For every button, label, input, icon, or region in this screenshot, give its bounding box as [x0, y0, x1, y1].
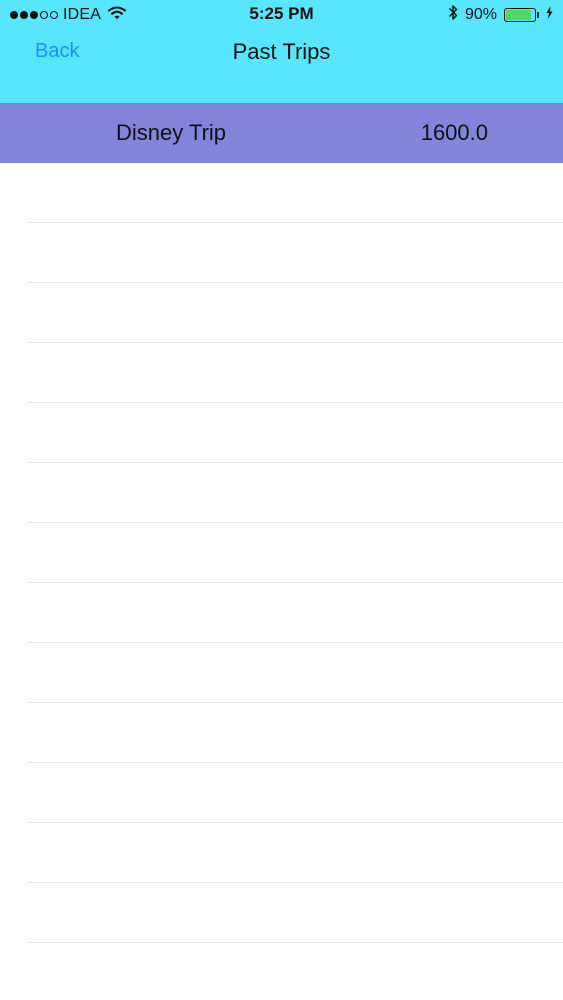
row-separator — [28, 462, 563, 463]
row-separator — [28, 882, 563, 883]
header-bar: IDEA 5:25 PM 90% Back Past Trips — [0, 0, 563, 103]
row-separator — [28, 282, 563, 283]
bluetooth-icon — [448, 4, 458, 26]
status-bar: IDEA 5:25 PM 90% — [0, 0, 563, 30]
row-separator — [28, 222, 563, 223]
row-separator — [28, 822, 563, 823]
battery-body — [504, 8, 536, 22]
battery-cap — [537, 12, 539, 18]
trip-name: Disney Trip — [116, 120, 227, 145]
row-separator — [28, 402, 563, 403]
row-separator — [28, 342, 563, 343]
trip-list[interactable]: Disney Trip 1600.0 — [0, 103, 563, 1000]
battery-fill — [506, 10, 532, 20]
row-separator — [28, 642, 563, 643]
page-title: Past Trips — [232, 39, 331, 64]
battery-icon — [504, 8, 539, 22]
row-separator — [28, 582, 563, 583]
row-separator — [28, 762, 563, 763]
row-separator — [28, 522, 563, 523]
row-separator — [28, 702, 563, 703]
battery-percent: 90% — [464, 6, 497, 23]
trip-amount: 1600.0 — [420, 120, 488, 145]
status-right: 90% — [448, 4, 553, 26]
navigation-bar: Back Past Trips — [0, 30, 563, 74]
trip-row[interactable]: Disney Trip 1600.0 — [0, 103, 563, 163]
charging-bolt-icon — [546, 6, 553, 24]
row-separator — [28, 942, 563, 943]
